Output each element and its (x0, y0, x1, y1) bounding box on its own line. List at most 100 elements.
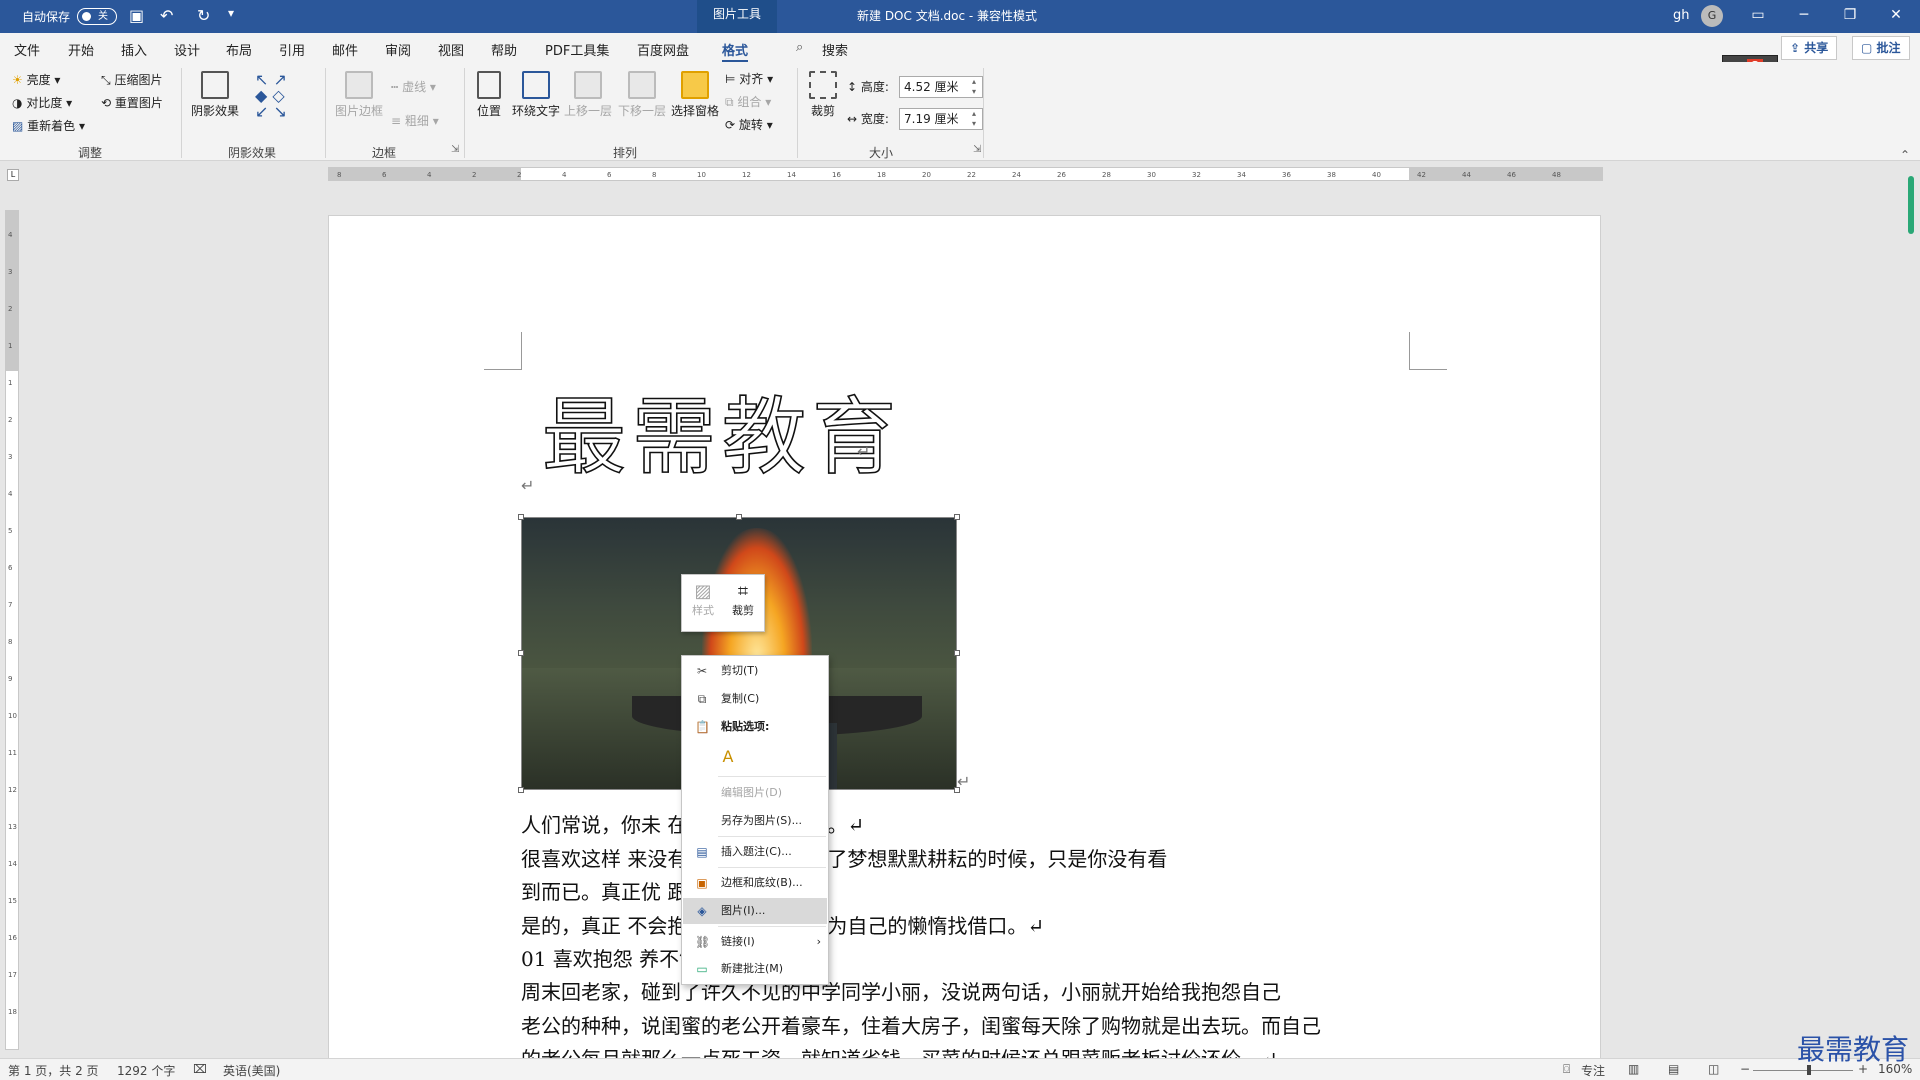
horizontal-ruler[interactable]: 8 6 4 2 2 4 6 8 10 12 14 16 18 20 22 24 26 28 30 32 34 36 38 40… (328, 167, 1603, 181)
resize-handle[interactable] (518, 787, 524, 793)
tab-home[interactable]: 开始 (68, 40, 94, 59)
send-backward-button[interactable]: 下移一层 (617, 71, 667, 119)
group-objects-button[interactable]: ⧉ 组合 ▾ (725, 93, 771, 110)
resize-handle[interactable] (736, 514, 742, 520)
picture-border-button[interactable]: 图片边框 (334, 71, 384, 119)
tab-format[interactable]: 格式 (722, 40, 749, 63)
tab-design[interactable]: 设计 (174, 40, 200, 59)
customize-qat-icon[interactable]: ▾ (228, 6, 234, 20)
zoom-slider[interactable] (1753, 1065, 1853, 1075)
vertical-ruler[interactable]: 4 3 2 1 1 2 3 4 5 6 7 8 9 10 11 12 13 14 15 16 17 18 (5, 210, 19, 1050)
shadow-nudge-icon[interactable]: ↖ ↗ ◆ ◇ ↙ ↘ (255, 72, 287, 120)
tab-layout[interactable]: 布局 (226, 40, 252, 59)
undo-icon[interactable]: ↶ (160, 6, 173, 25)
focus-mode-label[interactable]: 专注 (1581, 1062, 1605, 1079)
tab-pdf-tools[interactable]: PDF工具集 (545, 40, 609, 59)
tab-review[interactable]: 审阅 (385, 40, 411, 59)
resize-handle[interactable] (518, 514, 524, 520)
height-input[interactable]: 4.52 厘米 (899, 76, 983, 98)
body-line[interactable]: 很喜欢这样 来没有捷径，当别人为了梦想默默耕耘的时候，只是你没有看 (521, 843, 1167, 872)
tab-mailings[interactable]: 邮件 (332, 40, 358, 59)
paste-keep-text-button[interactable]: A (683, 742, 827, 774)
menu-item-edit-picture[interactable]: 编辑图片(D) (683, 780, 827, 806)
selection-pane-button[interactable]: 选择窗格 (670, 71, 720, 119)
web-layout-icon[interactable]: ◫ (1708, 1062, 1719, 1076)
autosave-toggle[interactable]: 关 (77, 8, 117, 25)
search-box[interactable]: 搜索 (822, 40, 848, 59)
wrap-text-button[interactable]: 环绕文字 (511, 71, 561, 119)
print-layout-icon[interactable]: ▤ (1668, 1062, 1679, 1076)
menu-item-save-as-picture[interactable]: 另存为图片(S)... (683, 808, 827, 834)
compress-pictures-button[interactable]: ⤡ 压缩图片 (101, 71, 162, 88)
body-line[interactable]: 周末回老家，碰到了许久不见的中学同学小丽，没说两句话，小丽就开始给我抱怨自己 (521, 976, 1281, 1005)
recolor-button[interactable]: ▨ 重新着色 ▾ (12, 117, 85, 134)
menu-item-new-comment[interactable]: ▭ 新建批注(M) (683, 956, 827, 982)
width-icon: ↔ (847, 112, 858, 126)
menu-item-insert-caption[interactable]: ▤ 插入题注(C)... (683, 839, 827, 865)
width-input[interactable]: 7.19 厘米 (899, 108, 983, 130)
menu-item-copy[interactable]: ⧉ 复制(C) (683, 686, 827, 712)
redo-icon[interactable]: ↻ (197, 6, 210, 25)
wrap-text-label: 环绕文字 (511, 104, 560, 118)
menu-item-picture[interactable]: ◈ 图片(I)... (683, 898, 827, 924)
zoom-out-icon[interactable]: − (1740, 1062, 1750, 1076)
bring-forward-button[interactable]: 上移一层 (563, 71, 613, 119)
resize-handle[interactable] (518, 650, 524, 656)
focus-mode-icon[interactable]: ⌼ (1563, 1062, 1570, 1077)
position-button[interactable]: 位置 (472, 71, 506, 119)
user-name[interactable]: gh (1673, 8, 1690, 23)
size-dialog-launcher-icon[interactable]: ⇲ (973, 144, 981, 155)
ruler-tick-label: 4 (427, 171, 432, 179)
tab-view[interactable]: 视图 (438, 40, 464, 59)
contrast-button[interactable]: ◑ 对比度 ▾ (12, 94, 72, 111)
collapse-ribbon-icon[interactable]: ⌃ (1900, 148, 1910, 162)
language-indicator[interactable]: 英语(美国) (223, 1062, 280, 1079)
save-icon[interactable]: ▣ (129, 6, 144, 25)
read-mode-icon[interactable]: ▥ (1628, 1062, 1639, 1076)
vertical-scrollbar[interactable] (1908, 176, 1914, 234)
restore-icon[interactable]: ❐ (1827, 0, 1873, 33)
word-count[interactable]: 1292 个字 (117, 1062, 175, 1079)
menu-item-borders-shading[interactable]: ▣ 边框和底纹(B)... (683, 870, 827, 896)
shadow-effects-button[interactable]: 阴影效果 (191, 71, 239, 119)
mini-crop-button[interactable]: ⌗ 裁剪 (724, 581, 762, 618)
page-count[interactable]: 第 1 页，共 2 页 (8, 1062, 99, 1079)
avatar[interactable]: G (1701, 5, 1723, 27)
position-icon (477, 71, 501, 99)
dashes-button[interactable]: ┅ 虚线 ▾ (391, 78, 436, 95)
rotate-button[interactable]: ⟳ 旋转 ▾ (725, 116, 773, 133)
ruler-margin-left (329, 168, 521, 180)
close-icon[interactable]: ✕ (1873, 0, 1919, 33)
menu-item-link[interactable]: ⛓ 链接(I) › (683, 929, 827, 955)
weight-button[interactable]: ≡ 粗细 ▾ (391, 112, 439, 129)
height-label: ↕ 高度: (847, 78, 889, 95)
search-icon[interactable]: ⌕ (796, 40, 803, 55)
tab-selector[interactable]: L (7, 169, 19, 181)
height-icon: ↕ (847, 80, 858, 94)
document-headline[interactable]: 最需教育 (541, 370, 902, 491)
tab-file[interactable]: 文件 (14, 40, 40, 59)
menu-item-cut[interactable]: ✂ 剪切(T) (683, 658, 827, 684)
ribbon-display-icon[interactable]: ▭ (1735, 0, 1781, 33)
crop-button[interactable]: 裁剪 (804, 71, 842, 119)
proofing-icon[interactable]: ⌧ (193, 1062, 207, 1076)
comment-button[interactable]: ▢ 批注 (1852, 36, 1910, 60)
resize-handle[interactable] (954, 514, 960, 520)
tab-baidu-netdisk[interactable]: 百度网盘 (637, 40, 689, 59)
align-button[interactable]: ⊨ 对齐 ▾ (725, 70, 773, 87)
reset-picture-button[interactable]: ⟲ 重置图片 (101, 94, 163, 111)
body-line[interactable]: 老公的种种，说闺蜜的老公开着豪车，住着大房子，闺蜜每天除了购物就是出去玩。而自己 (521, 1010, 1321, 1039)
align-icon: ⊨ (725, 72, 736, 86)
weight-label: 粗细 (404, 114, 429, 128)
tab-insert[interactable]: 插入 (121, 40, 147, 59)
tab-references[interactable]: 引用 (279, 40, 305, 59)
share-button[interactable]: ⇪ 共享 (1781, 36, 1838, 60)
dashes-icon: ┅ (391, 80, 399, 94)
brightness-label: 亮度 (26, 73, 51, 87)
minimize-icon[interactable]: ─ (1781, 0, 1827, 33)
brightness-button[interactable]: ☀ 亮度 ▾ (12, 71, 60, 88)
tab-help[interactable]: 帮助 (491, 40, 517, 59)
border-dialog-launcher-icon[interactable]: ⇲ (451, 144, 459, 155)
style-button[interactable]: ▨ 样式 (684, 581, 722, 618)
resize-handle[interactable] (954, 650, 960, 656)
